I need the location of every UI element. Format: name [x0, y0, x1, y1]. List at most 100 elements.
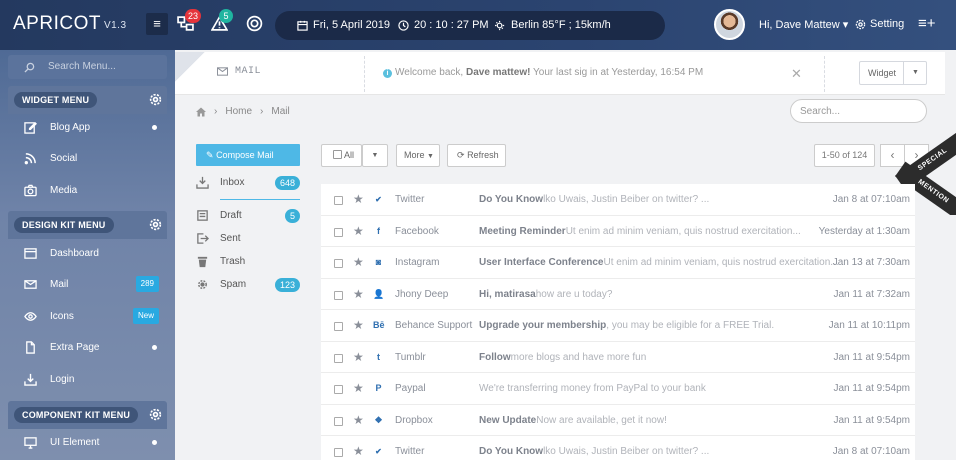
mail-row[interactable]: ★ Bē Behance Support Upgrade your membershi…	[321, 310, 915, 342]
sidebar-item-extra-page[interactable]: Extra Page	[8, 332, 167, 363]
home-icon[interactable]	[196, 107, 206, 117]
mail-row[interactable]: ★ P Paypal We're transferring money from Pa…	[321, 373, 915, 405]
select-all-button[interactable]: All	[321, 144, 362, 167]
mail-row[interactable]: ★ ◙ Instagram User Interface ConferenceUt e…	[321, 247, 915, 279]
sidebar-item-icons[interactable]: Icons New	[8, 301, 167, 332]
star-icon[interactable]: ★	[353, 318, 364, 332]
folder-sent[interactable]: Sent	[196, 230, 300, 250]
mail-subject: User Interface ConferenceUt enim ad mini…	[479, 257, 839, 268]
caret-down-icon: ▾	[842, 19, 849, 31]
mail-subject: We're transferring money from PayPal to …	[479, 383, 706, 394]
star-icon[interactable]: ★	[353, 224, 364, 238]
help-button[interactable]	[246, 15, 266, 35]
sidebar-item-label: Social	[50, 153, 78, 164]
sidebar-item-mail[interactable]: Mail 289	[8, 269, 167, 300]
refresh-button[interactable]: ⟳ Refresh	[447, 144, 506, 167]
mail-preview: lko Uwais, Justin Beiber on twitter? ...	[543, 446, 710, 457]
star-icon[interactable]: ★	[353, 381, 364, 395]
mail-row[interactable]: ★ f Facebook Meeting ReminderUt enim ad min…	[321, 216, 915, 247]
folder-spam[interactable]: Spam 123	[196, 276, 300, 296]
page-fold-corner	[175, 52, 205, 82]
select-dropdown-button[interactable]: ▼	[362, 144, 388, 167]
mail-row-checkbox[interactable]	[334, 416, 343, 426]
alerts-button[interactable]: 5	[210, 9, 233, 35]
mail-subject-title: Do You Know	[479, 194, 544, 205]
add-menu-icon[interactable]: ≡+	[918, 15, 936, 32]
date-text: Fri, 5 April 2019	[313, 19, 391, 31]
star-icon[interactable]: ★	[353, 413, 364, 427]
star-icon[interactable]: ★	[353, 192, 364, 206]
sidebar-item-login[interactable]: Login	[8, 364, 167, 395]
sidebar-item-social[interactable]: Social	[8, 143, 167, 174]
caret-down-icon[interactable]: ▼	[903, 62, 927, 84]
folder-trash[interactable]: Trash	[196, 253, 300, 273]
sidebar-item-ui-element[interactable]: UI Element	[8, 427, 167, 458]
star-icon[interactable]: ★	[353, 255, 364, 269]
gear-icon[interactable]	[149, 408, 162, 421]
mail-sender: Jhony Deep	[395, 288, 449, 300]
user-menu[interactable]: Hi, Dave Mattew ▾	[759, 18, 848, 31]
search-input[interactable]	[790, 99, 927, 123]
mail-row-checkbox[interactable]	[334, 322, 343, 331]
app-logo[interactable]: APRICOT V1.3	[13, 13, 127, 35]
mail-row-checkbox[interactable]	[334, 196, 343, 205]
mail-subject: New UpdateNow are available, get it now!	[479, 415, 667, 426]
mail-row-checkbox[interactable]	[334, 353, 343, 363]
compose-mail-button[interactable]: ✎ Compose Mail	[196, 144, 300, 166]
breadcrumb-mail[interactable]: Mail	[271, 106, 289, 117]
gear-icon	[855, 19, 866, 29]
gear-icon[interactable]	[149, 218, 162, 231]
sidebar-search-input[interactable]: Search Menu...	[8, 55, 167, 79]
mail-subject: Meeting ReminderUt enim ad minim veniam,…	[479, 226, 801, 237]
page-subheader: MAIL i Welcome back, Dave mattew! Your la…	[175, 52, 945, 95]
user-avatar[interactable]	[714, 9, 745, 40]
mail-preview: Ut enim ad minim veniam, quis nostrud ex…	[603, 257, 839, 268]
facebook-icon: f	[377, 225, 380, 236]
mail-date: Jan 8 at 07:10am	[832, 194, 910, 205]
eye-icon	[24, 312, 37, 321]
sidebar-item-dashboard[interactable]: Dashboard	[8, 238, 167, 269]
calendar-icon	[297, 20, 308, 31]
folder-count-badge: 5	[284, 209, 300, 223]
mail-sender: Instagram	[395, 257, 440, 268]
mail-subject-title: Follow	[479, 351, 511, 363]
folder-draft[interactable]: Draft 5	[196, 207, 300, 227]
sidebar-item-media[interactable]: Media	[8, 175, 167, 206]
mail-sender: Dropbox	[395, 414, 433, 426]
time-display: 20 : 10 : 27 PM	[398, 19, 489, 31]
twitter-icon: ✔	[375, 195, 382, 204]
status-dot	[152, 125, 157, 130]
setting-button[interactable]: Setting	[855, 18, 904, 30]
star-icon[interactable]: ★	[353, 287, 364, 301]
mail-preview: Ut enim ad minim veniam, quis nostrud ex…	[565, 225, 801, 237]
mail-row-checkbox[interactable]	[334, 259, 343, 268]
star-icon[interactable]: ★	[353, 444, 364, 458]
more-button[interactable]: More ▼	[396, 144, 440, 167]
top-bar: APRICOT V1.3 ≡ 23 5 Fri, 5 April 2019 20 …	[0, 0, 956, 50]
gear-icon[interactable]	[149, 93, 162, 106]
hamburger-menu-button[interactable]: ≡	[146, 13, 168, 35]
mail-subject: Followmore blogs and have more fun	[479, 352, 646, 363]
info-icon: i	[383, 69, 392, 78]
mail-row-checkbox[interactable]	[334, 227, 343, 237]
notifications-badge: 23	[185, 9, 202, 23]
mail-row-checkbox[interactable]	[334, 448, 343, 457]
mail-row-checkbox[interactable]	[334, 290, 343, 300]
sidebar-item-blog-app[interactable]: Blog App	[8, 112, 167, 143]
mail-row[interactable]: ★ ✔ Twitter Do You Knowlko Uwais, Justin Be…	[321, 184, 915, 216]
mail-icon	[24, 280, 37, 289]
close-icon[interactable]: ✕	[791, 66, 802, 82]
select-all-checkbox[interactable]	[333, 150, 342, 159]
mail-row[interactable]: ★ ✔ Twitter Do You Knowlko Uwais, Justin Be…	[321, 436, 915, 460]
star-icon[interactable]: ★	[353, 350, 364, 364]
more-label: More	[404, 150, 425, 160]
mail-row-checkbox[interactable]	[334, 385, 343, 394]
mail-row[interactable]: ★ 👤 Jhony Deep Hi, matirasahow are u today?…	[321, 279, 915, 310]
folder-inbox[interactable]: Inbox 648	[196, 174, 300, 194]
notifications-button[interactable]: 23	[177, 9, 202, 35]
mail-row[interactable]: ★ ❖ Dropbox New UpdateNow are available, ge…	[321, 405, 915, 436]
mail-row[interactable]: ★ t Tumblr Followmore blogs and have more f…	[321, 342, 915, 373]
mail-date: Jan 11 at 9:54pm	[833, 414, 910, 426]
widget-dropdown[interactable]: Widget ▼	[859, 61, 927, 85]
breadcrumb-home[interactable]: Home	[225, 106, 252, 117]
